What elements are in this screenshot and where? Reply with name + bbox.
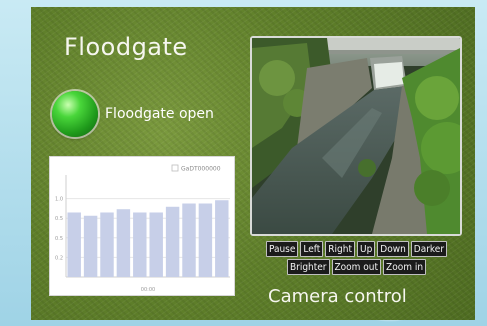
bar [67, 212, 81, 277]
status-label: Floodgate open [105, 106, 214, 122]
legend-label: GaDT000000 [181, 166, 221, 173]
y-tick-label: 0.2 [55, 255, 63, 261]
camera-image [252, 38, 460, 234]
left-button[interactable]: Left [300, 241, 324, 257]
zoom-out-button[interactable]: Zoom out [331, 259, 382, 275]
camera-control-label: Camera control [268, 286, 407, 307]
pause-button[interactable]: Pause [265, 241, 299, 257]
zoom-in-button[interactable]: Zoom in [383, 259, 427, 275]
up-button[interactable]: Up [356, 241, 376, 257]
chart-svg: 1.0 0.5 0.5 0.2 GaDT000000 00:00 [55, 164, 230, 293]
camera-feed [250, 36, 462, 236]
bar [182, 203, 196, 277]
bar [100, 212, 114, 277]
bar [149, 212, 163, 277]
bar [133, 212, 147, 277]
bar [198, 203, 213, 277]
right-button[interactable]: Right [325, 241, 355, 257]
camera-controls: Pause Left Right Up Down Darker Brighter… [254, 241, 459, 275]
water-level-chart: 1.0 0.5 0.5 0.2 GaDT000000 00:00 [49, 156, 235, 296]
floodgate-status: Floodgate open [52, 91, 214, 137]
brighter-button[interactable]: Brighter [286, 259, 330, 275]
y-tick-label: 1.0 [55, 197, 63, 203]
x-axis-label: 00:00 [141, 287, 155, 293]
bar [165, 206, 180, 277]
status-led-icon [52, 91, 98, 137]
page-title: Floodgate [64, 33, 188, 61]
y-tick-label: 0.5 [55, 216, 63, 222]
legend-swatch [171, 164, 179, 172]
bar [116, 209, 131, 277]
darker-button[interactable]: Darker [410, 241, 448, 257]
bar [215, 200, 229, 277]
down-button[interactable]: Down [377, 241, 409, 257]
bar [83, 215, 98, 277]
y-tick-label: 0.5 [55, 236, 63, 242]
